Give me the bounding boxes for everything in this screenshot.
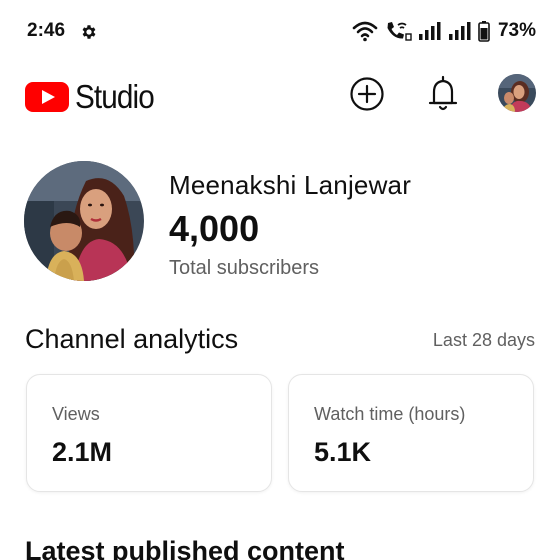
status-icons: 73% (352, 19, 536, 43)
watch-time-value: 5.1K (314, 437, 372, 467)
youtube-studio-logo[interactable]: Studio (25, 78, 163, 116)
battery-icon (478, 20, 490, 42)
wifi-calling-icon (384, 20, 412, 42)
account-avatar[interactable] (498, 74, 536, 112)
watch-time-label: Watch time (hours) (314, 404, 466, 424)
channel-name: Meenakshi Lanjewar (169, 170, 412, 200)
gear-icon (80, 23, 98, 41)
analytics-header: Channel analytics Last 28 days (0, 322, 560, 362)
analytics-date-range: Last 28 days (432, 330, 535, 350)
status-bar: 2:46 73% (0, 0, 560, 64)
notifications-bell-icon (428, 75, 458, 111)
notifications-button[interactable] (425, 74, 461, 114)
create-button[interactable] (349, 76, 385, 112)
logo-text: Studio (75, 78, 155, 115)
latest-content-title: Latest published content (25, 536, 345, 560)
channel-header: Meenakshi Lanjewar 4,000 Total subscribe… (0, 160, 560, 282)
signal-icon (418, 21, 442, 41)
status-time: 2:46 (27, 20, 66, 41)
channel-avatar[interactable] (24, 161, 144, 281)
battery-percentage: 73% (497, 20, 536, 41)
views-label: Views (52, 404, 100, 424)
signal-icon (448, 21, 472, 41)
app-bar: Studio (0, 64, 560, 126)
views-value: 2.1M (52, 437, 113, 467)
subscriber-label: Total subscribers (169, 257, 320, 279)
youtube-logo-icon (25, 82, 69, 112)
views-card[interactable]: Views 2.1M (26, 374, 272, 492)
subscriber-count: 4,000 (169, 208, 260, 249)
analytics-title: Channel analytics (25, 324, 239, 354)
create-icon (350, 77, 384, 111)
watch-time-card[interactable]: Watch time (hours) 5.1K (288, 374, 534, 492)
wifi-icon (352, 20, 378, 42)
